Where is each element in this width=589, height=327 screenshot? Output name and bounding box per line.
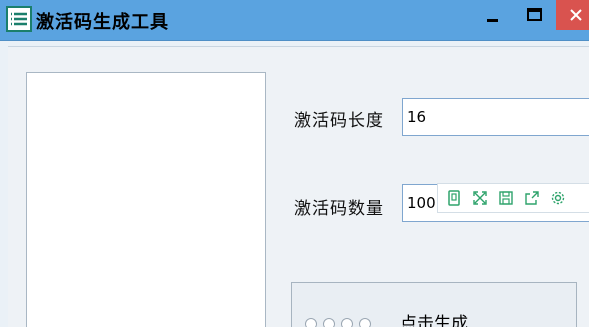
- close-button[interactable]: [556, 0, 589, 30]
- indicator-dot: [359, 318, 371, 327]
- overlay-indicator: [305, 318, 385, 327]
- activation-code-list[interactable]: [26, 72, 266, 327]
- code-length-label: 激活码长度: [294, 111, 384, 131]
- floating-toolbar: [437, 183, 589, 213]
- share-icon[interactable]: [522, 188, 542, 208]
- minimize-button[interactable]: [476, 0, 510, 30]
- code-count-label: 激活码数量: [294, 199, 384, 219]
- fullscreen-icon[interactable]: [470, 188, 490, 208]
- indicator-dot: [305, 318, 317, 327]
- save-icon[interactable]: [496, 188, 516, 208]
- code-length-input[interactable]: [402, 98, 589, 136]
- copy-icon[interactable]: [444, 188, 464, 208]
- app-window: 激活码生成工具 激活码长度 激活码数量: [0, 0, 589, 327]
- window-title: 激活码生成工具: [36, 12, 169, 33]
- maximize-button[interactable]: [516, 0, 554, 30]
- indicator-dot: [341, 318, 353, 327]
- close-icon: [570, 9, 582, 21]
- settings-icon[interactable]: [548, 188, 568, 208]
- indicator-dot: [323, 318, 335, 327]
- title-bar[interactable]: 激活码生成工具: [0, 0, 589, 41]
- app-logo-icon: [6, 6, 32, 32]
- minimize-icon: [487, 19, 498, 22]
- maximize-icon: [527, 8, 542, 21]
